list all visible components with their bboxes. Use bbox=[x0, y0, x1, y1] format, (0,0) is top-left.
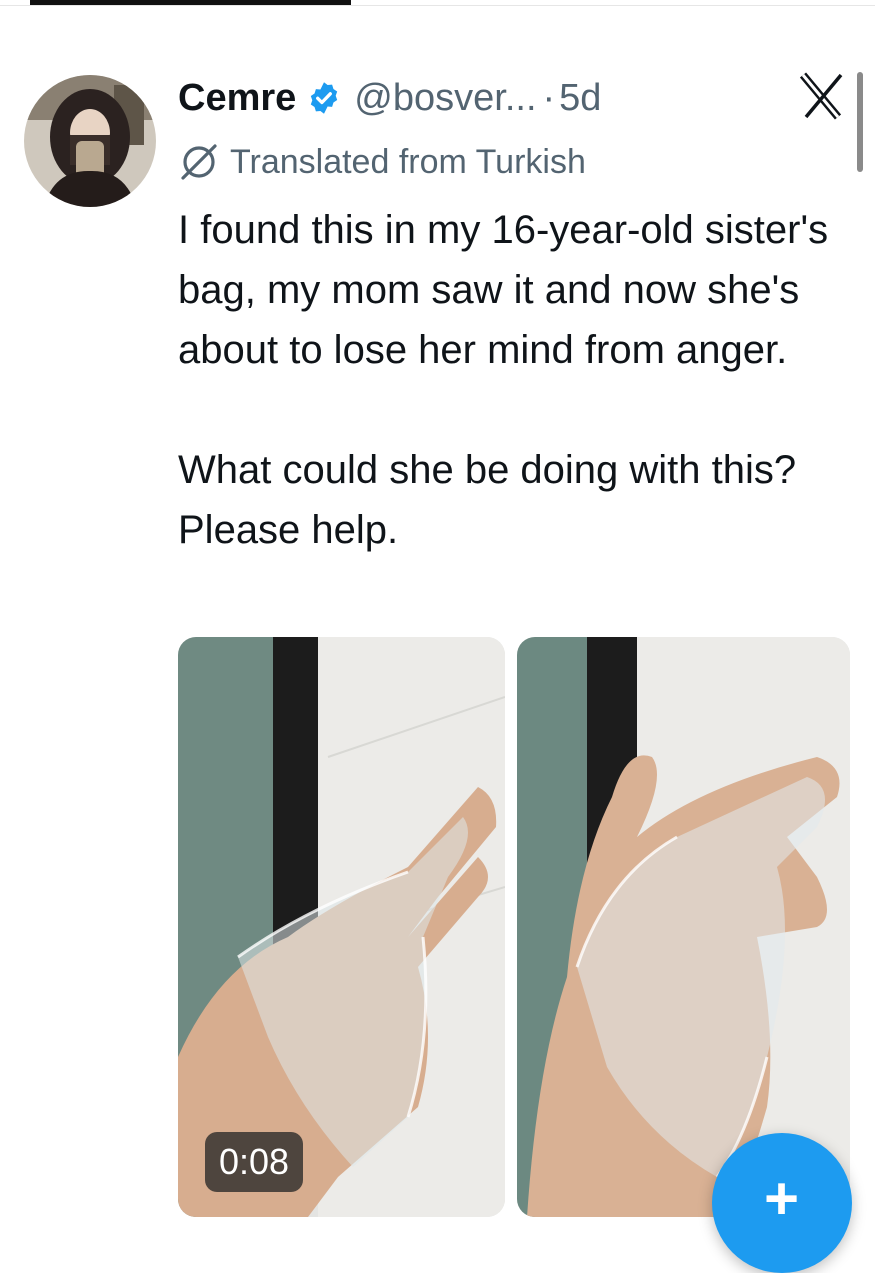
scrollbar[interactable] bbox=[857, 72, 863, 172]
tweet-body: I found this in my 16-year-old sister's … bbox=[178, 200, 858, 560]
translation-label: Translated from Turkish bbox=[230, 142, 586, 181]
tweet-paragraph: I found this in my 16-year-old sister's … bbox=[178, 208, 829, 372]
x-logo-icon[interactable] bbox=[796, 70, 848, 122]
separator: · bbox=[542, 76, 556, 119]
media-video[interactable] bbox=[178, 637, 505, 1217]
author-handle[interactable]: @bosver... bbox=[354, 77, 536, 120]
top-divider bbox=[0, 5, 875, 6]
author-name[interactable]: Cemre bbox=[178, 77, 296, 120]
compose-button[interactable]: + bbox=[712, 1133, 852, 1273]
avatar[interactable] bbox=[24, 75, 156, 207]
tweet-paragraph: What could she be doing with this? Pleas… bbox=[178, 448, 797, 552]
plus-icon: + bbox=[764, 1165, 800, 1232]
verified-badge-icon[interactable] bbox=[306, 80, 342, 116]
video-duration-badge: 0:08 bbox=[205, 1132, 304, 1192]
tweet-header: Cemre @bosver... · 5d bbox=[178, 72, 601, 124]
translation-notice[interactable]: Translated from Turkish bbox=[178, 138, 586, 186]
avatar-photo bbox=[24, 75, 156, 207]
translate-icon bbox=[181, 144, 217, 180]
timestamp[interactable]: 5d bbox=[559, 77, 601, 120]
media-image[interactable] bbox=[517, 637, 850, 1217]
